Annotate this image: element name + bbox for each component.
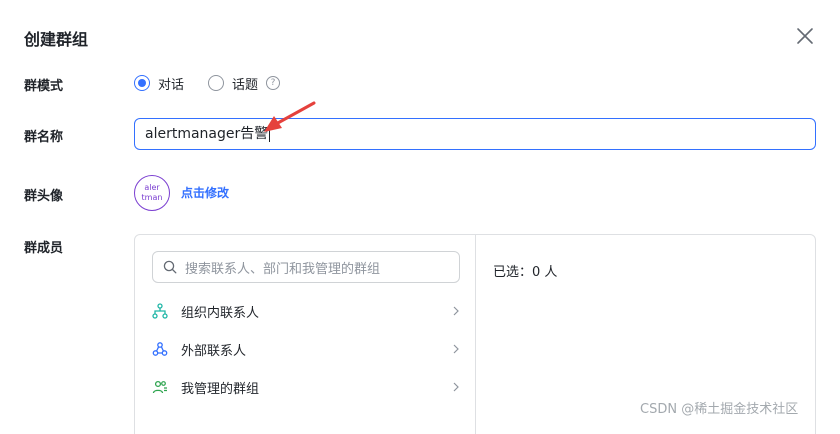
selected-count: 已选：0 人: [493, 265, 558, 280]
radio-topic[interactable]: [208, 75, 225, 91]
radio-topic-label: 话题: [232, 77, 259, 93]
mode-label: 群模式: [24, 79, 64, 94]
nav-item-label: 组织内联系人: [181, 305, 260, 321]
nav-item-label: 外部联系人: [181, 343, 247, 359]
mode-radio-group: 对话 话题 ?: [134, 74, 281, 93]
group-name-value: alertmanager告警: [145, 126, 269, 142]
members-source-panel: 搜索联系人、部门和我管理的群组 组织内联系人 外部联系人 我管理的群组: [135, 235, 476, 434]
radio-dialog-label: 对话: [158, 77, 185, 93]
annotation-arrow-icon: [264, 101, 316, 132]
help-icon[interactable]: ?: [266, 76, 281, 90]
nav-item-org-contacts[interactable]: 组织内联系人: [151, 300, 461, 322]
member-search-input[interactable]: 搜索联系人、部门和我管理的群组: [152, 251, 460, 283]
chevron-right-icon: [453, 344, 459, 354]
nav-item-external-contacts[interactable]: 外部联系人: [151, 338, 461, 360]
create-group-dialog: 创建群组 群模式 对话 话题 ? 群名称 alertmanager告警 群头像 …: [0, 0, 840, 434]
chevron-right-icon: [453, 306, 459, 316]
org-tree-icon: [151, 302, 169, 320]
members-label: 群成员: [24, 241, 64, 256]
nav-item-label: 我管理的群组: [181, 381, 260, 397]
edit-avatar-link[interactable]: 点击修改: [181, 184, 229, 201]
managed-groups-icon: [151, 378, 169, 396]
watermark: CSDN @稀土掘金技术社区: [640, 402, 799, 417]
avatar-label: 群头像: [24, 189, 64, 204]
avatar-text-line2: tman: [141, 193, 163, 202]
dialog-title: 创建群组: [24, 30, 89, 49]
close-icon[interactable]: [795, 26, 815, 46]
chevron-right-icon: [453, 382, 459, 392]
search-placeholder: 搜索联系人、部门和我管理的群组: [185, 261, 381, 277]
radio-dialog[interactable]: [134, 75, 150, 91]
external-contacts-icon: [151, 340, 169, 358]
avatar-text-line1: aler: [144, 183, 160, 192]
search-icon: [163, 260, 177, 274]
group-avatar: aler tman: [134, 175, 170, 211]
group-name-input[interactable]: alertmanager告警: [134, 118, 816, 150]
nav-item-managed-groups[interactable]: 我管理的群组: [151, 376, 461, 398]
name-label: 群名称: [24, 130, 64, 145]
